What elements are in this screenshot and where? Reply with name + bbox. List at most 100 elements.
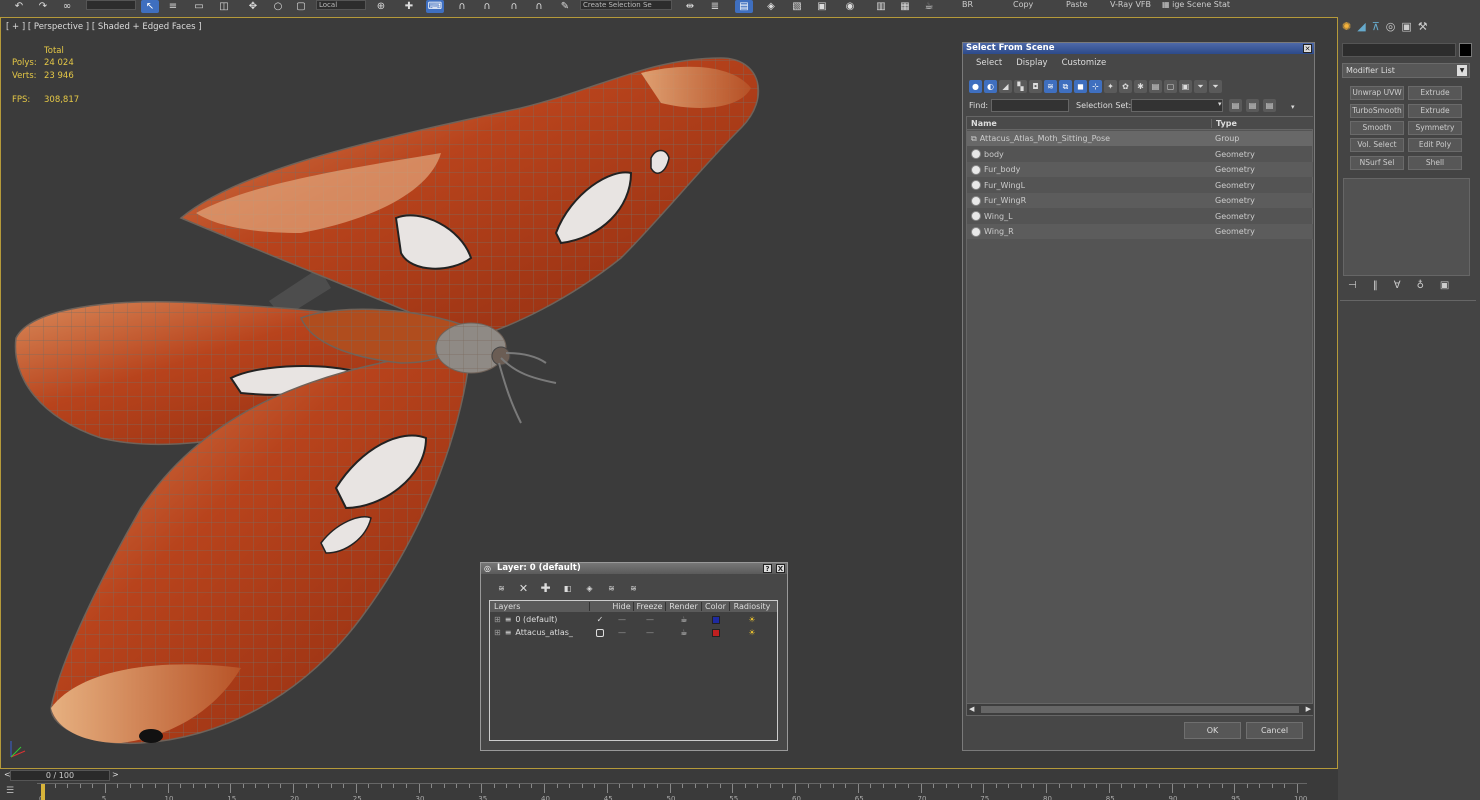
checkmark-icon[interactable]: ✓	[590, 615, 610, 624]
scroll-left-icon[interactable]: ◀	[969, 705, 974, 713]
layer-row[interactable]: ⊞ ≡ Attacus_atlas_ — — ☕ ☀	[490, 626, 777, 639]
horizontal-scrollbar[interactable]: ◀ ▶	[967, 703, 1313, 715]
radiosity-icon[interactable]: ☀	[730, 628, 774, 637]
modifier-button-turbosmooth[interactable]: TurboSmooth	[1350, 104, 1404, 118]
display-cameras-icon[interactable]: ▚	[1014, 80, 1027, 93]
curve-editor-icon[interactable]: ▧	[788, 0, 806, 13]
chevron-down-icon[interactable]: ▾	[1218, 100, 1222, 108]
sel-set-remove-icon[interactable]: ▤	[1246, 99, 1259, 112]
col-layers[interactable]: Layers	[490, 602, 590, 611]
copy-label[interactable]: Copy	[1013, 0, 1033, 9]
object-name-field[interactable]	[1342, 43, 1456, 57]
scene-object-list[interactable]: Name Type ⧉ Attacus_Atlas_Moth_Sitting_Po…	[966, 116, 1313, 716]
options-chevron-icon[interactable]: ▾	[1291, 103, 1295, 111]
make-unique-icon[interactable]: ∀	[1394, 280, 1401, 291]
modifier-button-vol-select[interactable]: Vol. Select	[1350, 138, 1404, 152]
add-to-layer-icon[interactable]: ✚	[539, 582, 552, 595]
vray-vfb-label[interactable]: V-Ray VFB	[1110, 0, 1151, 9]
filter-icon[interactable]: ⏷	[1194, 80, 1207, 93]
freeze-toggle[interactable]: —	[634, 628, 666, 637]
mirror-icon[interactable]: ⇹	[681, 0, 699, 13]
modifier-button-smooth[interactable]: Smooth	[1350, 121, 1404, 135]
modifier-button-shell[interactable]: Shell	[1408, 156, 1462, 170]
filter-options-icon[interactable]: ⏷	[1209, 80, 1222, 93]
show-end-result-icon[interactable]: ‖	[1373, 280, 1378, 291]
find-input[interactable]	[991, 99, 1069, 112]
spinner-snap-icon[interactable]: ∩	[530, 0, 548, 13]
layer-manager-icon[interactable]: ▤	[735, 0, 753, 13]
layer-field[interactable]	[86, 0, 136, 10]
moth-head[interactable]	[491, 346, 511, 366]
display-spacewarps-icon[interactable]: ≋	[1044, 80, 1057, 93]
percent-snap-icon[interactable]: ∩	[505, 0, 523, 13]
freeze-all-layers-icon[interactable]: ≋	[627, 582, 640, 595]
rotate-icon[interactable]: ○	[269, 0, 287, 13]
selection-set-select[interactable]	[1131, 99, 1223, 112]
graphite-icon[interactable]: ◈	[762, 0, 780, 13]
configure-modifier-sets-icon[interactable]: ▣	[1440, 280, 1449, 291]
align-icon[interactable]: ≣	[706, 0, 724, 13]
new-layer-icon[interactable]: ≋	[495, 582, 508, 595]
list-item[interactable]: ⧉ Attacus_Atlas_Moth_Sitting_Pose Group	[967, 131, 1313, 146]
checkbox-icon[interactable]	[596, 628, 604, 637]
modifier-button-unwrap-uvw[interactable]: Unwrap UVW	[1350, 86, 1404, 100]
close-icon[interactable]: ✕	[1303, 44, 1312, 53]
ref-coord-select[interactable]: Local	[316, 0, 366, 10]
edit-named-sel-icon[interactable]: ✎	[556, 0, 574, 13]
named-selection-field[interactable]: Create Selection Se	[580, 0, 672, 10]
modify-tab-icon[interactable]: ◢	[1357, 20, 1365, 33]
remove-modifier-icon[interactable]: ♁	[1417, 280, 1424, 291]
schematic-icon[interactable]: ▣	[813, 0, 831, 13]
delete-layer-icon[interactable]: ✕	[517, 582, 530, 595]
radiosity-icon[interactable]: ☀	[730, 615, 774, 624]
move-icon[interactable]: ✥	[244, 0, 262, 13]
menu-select[interactable]: Select	[969, 58, 1009, 68]
display-frozen-icon[interactable]: ✿	[1119, 80, 1132, 93]
layer-list[interactable]: Layers Hide Freeze Render Color Radiosit…	[489, 600, 778, 741]
modifier-stack[interactable]	[1343, 178, 1470, 276]
undo-icon[interactable]: ↶	[10, 0, 28, 13]
select-in-layer-icon[interactable]: ◧	[561, 582, 574, 595]
ok-button[interactable]: OK	[1184, 722, 1241, 739]
column-type[interactable]: Type	[1212, 119, 1237, 128]
select-object-icon[interactable]: ↖	[141, 0, 159, 13]
list-item[interactable]: Wing_R Geometry	[967, 224, 1313, 239]
sel-set-add-icon[interactable]: ▤	[1229, 99, 1242, 112]
display-helpers-icon[interactable]: ◘	[1029, 80, 1042, 93]
motion-tab-icon[interactable]: ◎	[1386, 20, 1396, 33]
list-item[interactable]: Wing_L Geometry	[967, 209, 1313, 224]
expand-icon[interactable]: ⊞	[494, 628, 501, 637]
col-render[interactable]: Render	[666, 602, 702, 611]
mini-curve-editor-icon[interactable]: ☰	[6, 786, 14, 796]
render-icon[interactable]: ☕	[920, 0, 938, 13]
paste-label[interactable]: Paste	[1066, 0, 1088, 9]
modifier-button-nsurf-sel[interactable]: NSurf Sel	[1350, 156, 1404, 170]
object-color-swatch[interactable]	[1459, 43, 1472, 57]
time-slider[interactable]: 0 / 100	[10, 770, 110, 781]
time-next-icon[interactable]: >	[112, 770, 119, 779]
list-item[interactable]: Fur_body Geometry	[967, 162, 1313, 177]
cancel-button[interactable]: Cancel	[1246, 722, 1303, 739]
display-lights-icon[interactable]: ◢	[999, 80, 1012, 93]
utilities-tab-icon[interactable]: ⚒	[1418, 20, 1428, 33]
hide-all-layers-icon[interactable]: ≋	[605, 582, 618, 595]
list-item[interactable]: Fur_WingL Geometry	[967, 178, 1313, 193]
select-all-icon[interactable]: ▤	[1149, 80, 1162, 93]
display-tab-icon[interactable]: ▣	[1401, 20, 1411, 33]
col-hide[interactable]: Hide	[610, 602, 634, 611]
modifier-button-extrude[interactable]: Extrude	[1408, 86, 1462, 100]
chevron-down-icon[interactable]: ▼	[1457, 65, 1467, 76]
expand-icon[interactable]: ⊞	[494, 615, 501, 624]
modifier-list-dropdown[interactable]: Modifier List ▼	[1342, 63, 1470, 78]
help-icon[interactable]: ?	[763, 564, 772, 573]
color-cell[interactable]	[702, 628, 730, 637]
menu-display[interactable]: Display	[1009, 58, 1054, 68]
list-item[interactable]: Fur_WingR Geometry	[967, 193, 1313, 208]
display-bones-icon[interactable]: ⊹	[1089, 80, 1102, 93]
display-hidden-icon[interactable]: ✱	[1134, 80, 1147, 93]
display-containers-icon[interactable]: ✦	[1104, 80, 1117, 93]
list-item[interactable]: body Geometry	[967, 147, 1313, 162]
modifier-button-extrude-2[interactable]: Extrude	[1408, 104, 1462, 118]
time-cursor[interactable]	[41, 784, 45, 800]
scroll-right-icon[interactable]: ▶	[1306, 705, 1311, 713]
